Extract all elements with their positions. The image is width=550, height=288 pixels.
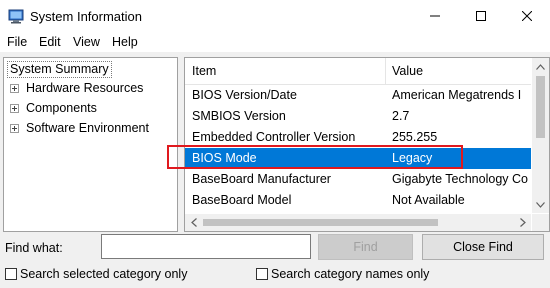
search-names-label: Search category names only [271, 267, 430, 281]
horizontal-scroll-thumb[interactable] [203, 219, 438, 226]
maximize-icon [476, 11, 486, 21]
category-tree[interactable]: System Summary Hardware Resources Compon… [3, 57, 178, 232]
column-divider[interactable] [385, 58, 386, 84]
expand-icon[interactable] [10, 83, 19, 93]
row-value: Not Available [392, 193, 465, 207]
find-button[interactable]: Find [318, 234, 413, 260]
list-header: Item Value [185, 58, 531, 85]
find-label: Find what: [5, 241, 63, 255]
tree-item-label: Software Environment [26, 121, 149, 135]
row-value: Gigabyte Technology Co [392, 172, 528, 186]
search-names-checkbox[interactable] [256, 268, 268, 280]
tree-item-label: Hardware Resources [26, 81, 144, 95]
row-item: SMBIOS Version [192, 109, 286, 123]
scroll-right-button[interactable] [514, 214, 531, 231]
close-button[interactable] [504, 0, 550, 32]
vertical-scrollbar[interactable] [532, 58, 549, 213]
scroll-up-button[interactable] [532, 58, 549, 75]
scroll-left-button[interactable] [185, 214, 202, 231]
menu-view[interactable]: View [73, 35, 100, 49]
minimize-button[interactable] [412, 0, 458, 32]
maximize-button[interactable] [458, 0, 504, 32]
chevron-left-icon [190, 218, 197, 227]
close-find-button[interactable]: Close Find [422, 234, 544, 260]
row-value: 2.7 [392, 109, 410, 123]
system-info-icon [8, 9, 24, 24]
tree-item-components[interactable]: Components [10, 100, 97, 116]
search-selected-checkbox[interactable] [5, 268, 17, 280]
table-row[interactable]: SMBIOS Version 2.7 [185, 106, 531, 127]
tree-item-software-environment[interactable]: Software Environment [10, 120, 149, 136]
search-category-names-option[interactable]: Search category names only [256, 267, 429, 281]
chevron-right-icon [519, 218, 526, 227]
menu-file[interactable]: File [7, 35, 27, 49]
row-item: Embedded Controller Version [192, 130, 356, 144]
column-header-value[interactable]: Value [392, 64, 423, 78]
table-row[interactable]: BaseBoard Manufacturer Gigabyte Technolo… [185, 169, 531, 190]
scrollbar-corner [532, 214, 549, 231]
search-selected-category-option[interactable]: Search selected category only [5, 267, 187, 281]
chevron-up-icon [536, 63, 545, 70]
menu-help[interactable]: Help [112, 35, 138, 49]
vertical-scroll-thumb[interactable] [536, 76, 545, 138]
expand-icon[interactable] [10, 103, 19, 113]
row-value: 255.255 [392, 130, 438, 144]
title-bar: System Information [0, 0, 550, 32]
table-row[interactable]: BIOS Version/Date American Megatrends I [185, 85, 531, 106]
window-title: System Information [30, 9, 142, 24]
column-header-item[interactable]: Item [192, 64, 216, 78]
expand-icon[interactable] [10, 123, 19, 133]
row-item: BaseBoard Manufacturer [192, 172, 331, 186]
row-item: BIOS Version/Date [192, 88, 297, 102]
close-icon [522, 11, 532, 21]
chevron-down-icon [536, 201, 545, 208]
search-selected-label: Search selected category only [20, 267, 188, 281]
row-item: BaseBoard Model [192, 193, 292, 207]
tree-item-system-summary[interactable]: System Summary [7, 61, 112, 78]
scroll-down-button[interactable] [532, 196, 549, 213]
find-label-text: Find what: [5, 241, 63, 255]
highlight-annotation [167, 145, 463, 169]
minimize-icon [430, 15, 440, 17]
menu-edit[interactable]: Edit [39, 35, 61, 49]
find-input[interactable] [101, 234, 311, 259]
menu-bar: File Edit View Help [0, 32, 550, 52]
tree-item-hardware-resources[interactable]: Hardware Resources [10, 80, 143, 96]
table-row[interactable]: BaseBoard Model Not Available [185, 190, 531, 211]
tree-item-label: Components [26, 101, 97, 115]
row-value: American Megatrends I [392, 88, 522, 102]
horizontal-scrollbar[interactable] [185, 214, 531, 231]
